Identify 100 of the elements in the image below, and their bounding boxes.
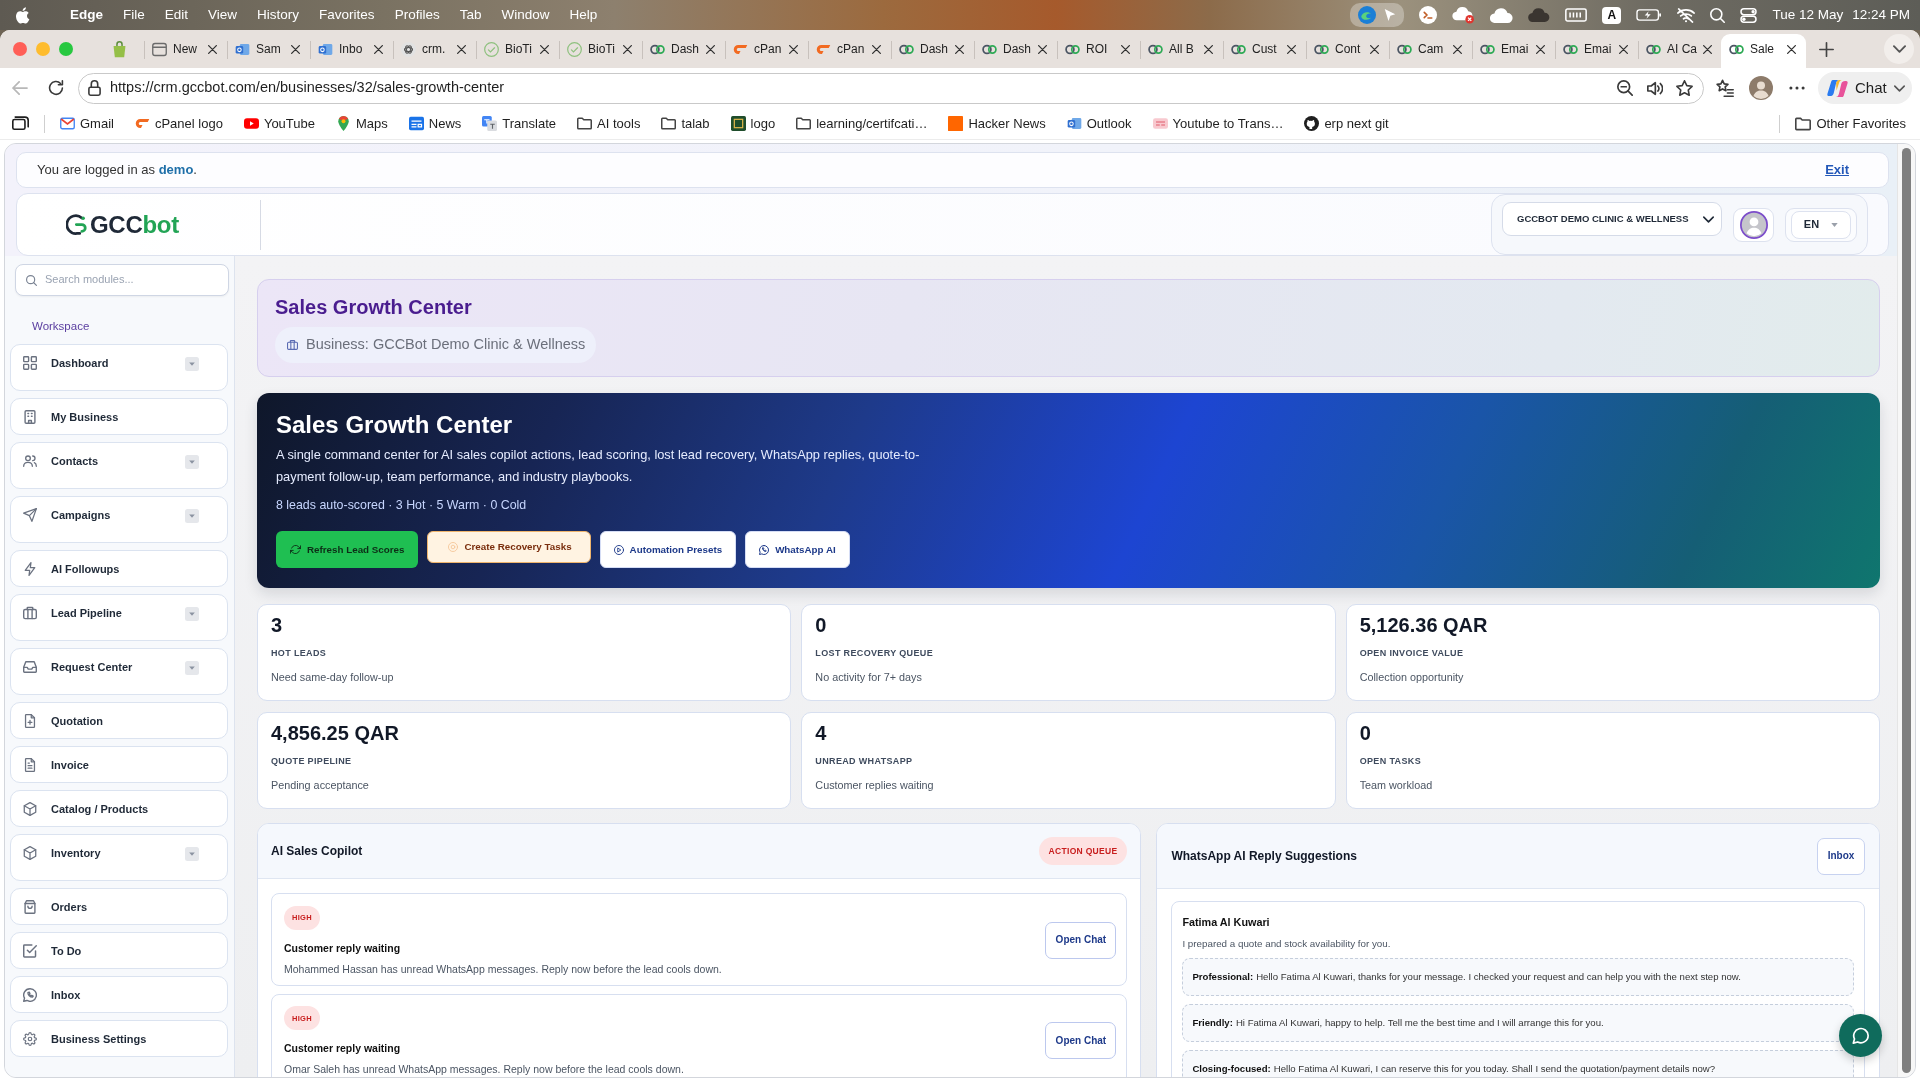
sidebar-item[interactable]: Invoice [10, 746, 228, 783]
close-icon[interactable] [1204, 44, 1213, 54]
menu-item[interactable]: Tab [449, 0, 492, 30]
refresh-scores-button[interactable]: Refresh Lead Scores [276, 531, 419, 568]
close-icon[interactable] [623, 44, 632, 54]
sidebar-item[interactable]: To Do [10, 932, 228, 969]
bookmark-link[interactable]: AI tools [571, 112, 647, 135]
menu-item[interactable]: View [198, 0, 248, 30]
close-icon[interactable] [1038, 44, 1047, 54]
terminal-icon[interactable] [1419, 6, 1438, 24]
whatsapp-ai-button[interactable]: WhatsApp AI [745, 531, 850, 568]
close-icon[interactable] [706, 44, 715, 54]
logo-icon[interactable] [66, 211, 88, 238]
control-center-icon[interactable] [1740, 7, 1758, 23]
star-icon[interactable] [1676, 80, 1693, 96]
sidebar-item[interactable]: Contacts [10, 442, 228, 489]
chat-button[interactable]: Chat [1818, 72, 1912, 104]
apple-logo-icon[interactable] [16, 6, 30, 24]
sidebar-item[interactable]: AI Followups [10, 550, 228, 587]
close-icon[interactable] [291, 44, 300, 54]
close-icon[interactable] [1453, 44, 1462, 54]
bookmark-folder[interactable]: Other Favorites [1789, 112, 1912, 135]
search-icon[interactable] [1710, 7, 1726, 23]
open-chat-button[interactable]: Open Chat [1045, 921, 1117, 959]
reply-suggestion[interactable]: Friendly: Hi Fatima Al Kuwari, happy to help. Tell me the best time and I will arrange this for you. [1182, 1004, 1854, 1042]
close-icon[interactable] [457, 44, 466, 54]
language-select[interactable]: EN [1791, 211, 1851, 239]
sidebar-item[interactable]: Catalog / Products [10, 790, 228, 827]
profile-button[interactable] [1747, 74, 1775, 102]
input-source-indicator[interactable]: A [1602, 6, 1622, 24]
cloud-icon[interactable] [1528, 8, 1551, 22]
search-bar[interactable]: Search modules... [15, 264, 229, 296]
bookmark-link[interactable]: Youtube to Trans… [1146, 112, 1290, 135]
inbox-button[interactable]: Inbox [1817, 837, 1865, 875]
zoom-out-icon[interactable] [1617, 80, 1633, 96]
close-icon[interactable] [1787, 44, 1796, 54]
sidebar-item[interactable]: Quotation [10, 702, 228, 739]
wifi-off-icon[interactable] [1677, 7, 1696, 23]
url-field[interactable]: https://crm.gccbot.com/en/businesses/32/sales-growth-center [110, 79, 1608, 97]
bookmark-link[interactable]: YouTube [237, 112, 321, 135]
bookmark-link[interactable]: Outlook [1060, 112, 1138, 135]
close-icon[interactable] [208, 44, 217, 54]
sidebar-item[interactable]: Campaigns [10, 496, 228, 543]
close-icon[interactable] [1536, 44, 1545, 54]
bookmark-link[interactable]: Maps [330, 112, 394, 135]
exit-link[interactable]: Exit [1825, 162, 1849, 178]
menu-item[interactable]: Help [559, 0, 608, 30]
menu-item[interactable]: Window [491, 0, 560, 30]
scrollbar-thumb[interactable] [1902, 148, 1911, 1073]
bookmark-link[interactable]: learning/certifcati… [790, 112, 934, 135]
sidebar-item[interactable]: Lead Pipeline [10, 594, 228, 641]
sidebar-item[interactable]: Dashboard [10, 344, 228, 391]
menu-item[interactable]: Profiles [384, 0, 450, 30]
menu-item[interactable]: Favorites [309, 0, 385, 30]
bookmark-link[interactable]: erp next git [1298, 112, 1395, 135]
memory-icon[interactable] [1565, 8, 1588, 22]
close-icon[interactable] [1287, 44, 1296, 54]
tab-actions-button[interactable] [1884, 34, 1914, 64]
battery-icon[interactable] [1636, 9, 1663, 21]
close-icon[interactable] [789, 44, 798, 54]
tab-list-icon[interactable] [12, 115, 29, 132]
menu-item[interactable]: File [113, 0, 155, 30]
reply-suggestion[interactable]: Professional: Hello Fatima Al Kuwari, thanks for your message. I checked your request and can help you with the next step now. [1182, 958, 1854, 996]
bookmark-link[interactable]: cPanel logo [128, 112, 229, 135]
bookmark-link[interactable]: logo [724, 112, 782, 135]
close-icon[interactable] [1121, 44, 1130, 54]
bookmark-link[interactable]: Translate [476, 112, 563, 135]
bookmark-link[interactable]: talab [655, 112, 716, 135]
browser-tab[interactable]: Sale [1721, 34, 1806, 68]
bookmark-link[interactable]: Gmail [54, 112, 120, 135]
cloud-icon[interactable] [1490, 7, 1514, 23]
bookmark-link[interactable]: Hacker News [942, 112, 1052, 135]
sidebar-item[interactable]: Orders [10, 888, 228, 925]
close-icon[interactable] [1703, 44, 1712, 54]
menu-item[interactable]: History [247, 0, 310, 30]
business-select[interactable]: GCCBOT DEMO CLINIC & WELLNESS [1502, 202, 1722, 236]
sidebar-item[interactable]: Inventory [10, 834, 228, 881]
menu-date[interactable]: Tue 12 May [1772, 6, 1844, 24]
sidebar-item[interactable]: My Business [10, 398, 228, 435]
close-icon[interactable] [1619, 44, 1628, 54]
open-chat-button[interactable]: Open Chat [1045, 1022, 1117, 1060]
cloud-error-icon[interactable] [1452, 6, 1476, 24]
close-icon[interactable] [374, 44, 383, 54]
logo-wordmark[interactable]: GCCbot [90, 212, 179, 237]
close-icon[interactable] [1370, 44, 1379, 54]
close-icon[interactable] [955, 44, 964, 54]
sidebar-item[interactable]: Inbox [10, 976, 228, 1013]
app-menu[interactable]: Edge [60, 0, 113, 30]
status-pill[interactable] [1350, 3, 1405, 27]
reply-suggestion[interactable]: Closing-focused: Hello Fatima Al Kuwari, I can reserve this for you today. Shall I send the quotation/payment details now? [1182, 1050, 1854, 1077]
bookmark-link[interactable]: News [402, 112, 468, 135]
profile-avatar[interactable] [1733, 208, 1774, 242]
recovery-tasks-button[interactable]: Create Recovery Tasks [427, 531, 591, 563]
menu-clock[interactable]: 12:24 PM [1852, 6, 1910, 24]
speaker-icon[interactable] [1646, 80, 1663, 96]
search-field[interactable]: Search modules... [45, 273, 218, 287]
sidebar-item[interactable]: Business Settings [10, 1020, 228, 1057]
close-icon[interactable] [540, 44, 549, 54]
sidebar-item[interactable]: Request Center [10, 648, 228, 695]
automation-presets-button[interactable]: Automation Presets [599, 531, 737, 568]
